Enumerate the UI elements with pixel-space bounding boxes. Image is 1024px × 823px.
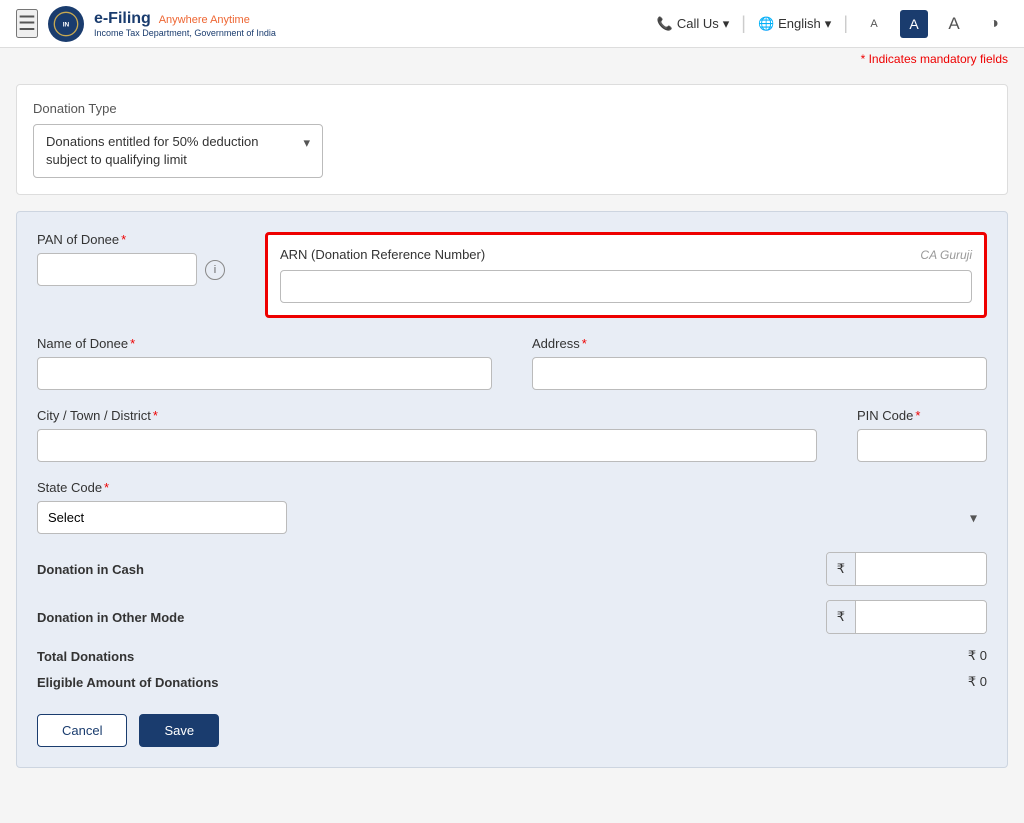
font-large-button[interactable]: A: [940, 10, 968, 38]
row-eligible: Eligible Amount of Donations ₹ 0: [37, 674, 987, 690]
header-divider-2: |: [843, 13, 848, 34]
row-donation-other: Donation in Other Mode ₹: [37, 600, 987, 634]
arn-header: ARN (Donation Reference Number) CA Guruj…: [280, 247, 972, 262]
call-us-button[interactable]: 📞 Call Us ▾: [657, 16, 730, 32]
arn-watermark: CA Guruji: [920, 248, 972, 262]
address-label: Address*: [532, 336, 987, 351]
save-button[interactable]: Save: [139, 714, 219, 747]
arn-input[interactable]: [280, 270, 972, 303]
logo-text: e-Filing Anywhere Anytime Income Tax Dep…: [94, 9, 276, 39]
donation-other-label: Donation in Other Mode: [37, 610, 184, 625]
state-label: State Code*: [37, 480, 987, 495]
logo-emblem: IN: [48, 6, 84, 42]
donation-cash-label: Donation in Cash: [37, 562, 144, 577]
cancel-button[interactable]: Cancel: [37, 714, 127, 747]
pin-input[interactable]: [857, 429, 987, 462]
cash-currency-symbol: ₹: [827, 553, 856, 585]
name-input[interactable]: [37, 357, 492, 390]
city-label: City / Town / District*: [37, 408, 817, 423]
arn-label: ARN (Donation Reference Number): [280, 247, 485, 262]
pan-input[interactable]: [37, 253, 197, 286]
globe-icon: 🌐: [758, 16, 774, 32]
language-chevron: ▾: [825, 16, 832, 32]
row-city-pin: City / Town / District* PIN Code*: [37, 408, 987, 462]
state-select[interactable]: Select: [37, 501, 287, 534]
row-pan-arn: PAN of Donee* i ARN (Donation Reference …: [37, 232, 987, 318]
header-divider-1: |: [741, 13, 746, 34]
logo-subtitle: Income Tax Department, Government of Ind…: [94, 28, 276, 39]
header: ☰ IN e-Filing Anywhere Anytime Income Ta…: [0, 0, 1024, 48]
eligible-label: Eligible Amount of Donations: [37, 675, 219, 690]
name-label: Name of Donee*: [37, 336, 492, 351]
donation-type-arrow: ▾: [303, 135, 310, 151]
name-group: Name of Donee*: [37, 336, 492, 390]
action-row: Cancel Save: [37, 714, 987, 747]
pin-group: PIN Code*: [857, 408, 987, 462]
donation-type-section: Donation Type Donations entitled for 50%…: [16, 84, 1008, 195]
contrast-button[interactable]: ◑: [980, 10, 1008, 38]
address-group: Address*: [532, 336, 987, 390]
total-label: Total Donations: [37, 649, 134, 664]
donation-other-wrapper: ₹: [826, 600, 987, 634]
donation-type-label: Donation Type: [33, 101, 991, 116]
header-left: ☰ IN e-Filing Anywhere Anytime Income Ta…: [16, 6, 276, 42]
donation-cash-wrapper: ₹: [826, 552, 987, 586]
donation-other-input[interactable]: [856, 602, 986, 633]
main-content: Donation Type Donations entitled for 50%…: [0, 68, 1024, 784]
header-right: 📞 Call Us ▾ | 🌐 English ▾ | A A A ◑: [657, 10, 1008, 38]
svg-text:IN: IN: [63, 21, 70, 28]
city-group: City / Town / District*: [37, 408, 817, 462]
font-medium-button[interactable]: A: [900, 10, 928, 38]
logo-efiling-text: e-Filing Anywhere Anytime: [94, 9, 276, 28]
font-small-button[interactable]: A: [860, 10, 888, 38]
other-currency-symbol: ₹: [827, 601, 856, 633]
pan-info-icon[interactable]: i: [205, 260, 225, 280]
hamburger-menu[interactable]: ☰: [16, 9, 38, 38]
total-value: ₹ 0: [968, 648, 987, 664]
call-us-chevron: ▾: [723, 16, 730, 32]
mandatory-note: * Indicates mandatory fields: [0, 48, 1024, 68]
city-input[interactable]: [37, 429, 817, 462]
arn-container: ARN (Donation Reference Number) CA Guruj…: [265, 232, 987, 318]
phone-icon: 📞: [657, 16, 673, 32]
pan-row: i: [37, 253, 225, 286]
pan-group: PAN of Donee* i: [37, 232, 225, 318]
donation-type-select[interactable]: Donations entitled for 50% deduction sub…: [33, 124, 323, 178]
state-select-wrapper: Select: [37, 501, 987, 534]
donation-type-value: Donations entitled for 50% deduction sub…: [46, 133, 295, 169]
row-state: State Code* Select: [37, 480, 987, 534]
pan-label: PAN of Donee*: [37, 232, 225, 247]
row-total-donations: Total Donations ₹ 0: [37, 648, 987, 664]
pin-label: PIN Code*: [857, 408, 987, 423]
form-area: PAN of Donee* i ARN (Donation Reference …: [16, 211, 1008, 768]
row-donation-cash: Donation in Cash ₹: [37, 552, 987, 586]
eligible-value: ₹ 0: [968, 674, 987, 690]
language-button[interactable]: 🌐 English ▾: [758, 16, 831, 32]
row-name-address: Name of Donee* Address*: [37, 336, 987, 390]
state-group: State Code* Select: [37, 480, 987, 534]
donation-cash-input[interactable]: [856, 554, 986, 585]
address-input[interactable]: [532, 357, 987, 390]
